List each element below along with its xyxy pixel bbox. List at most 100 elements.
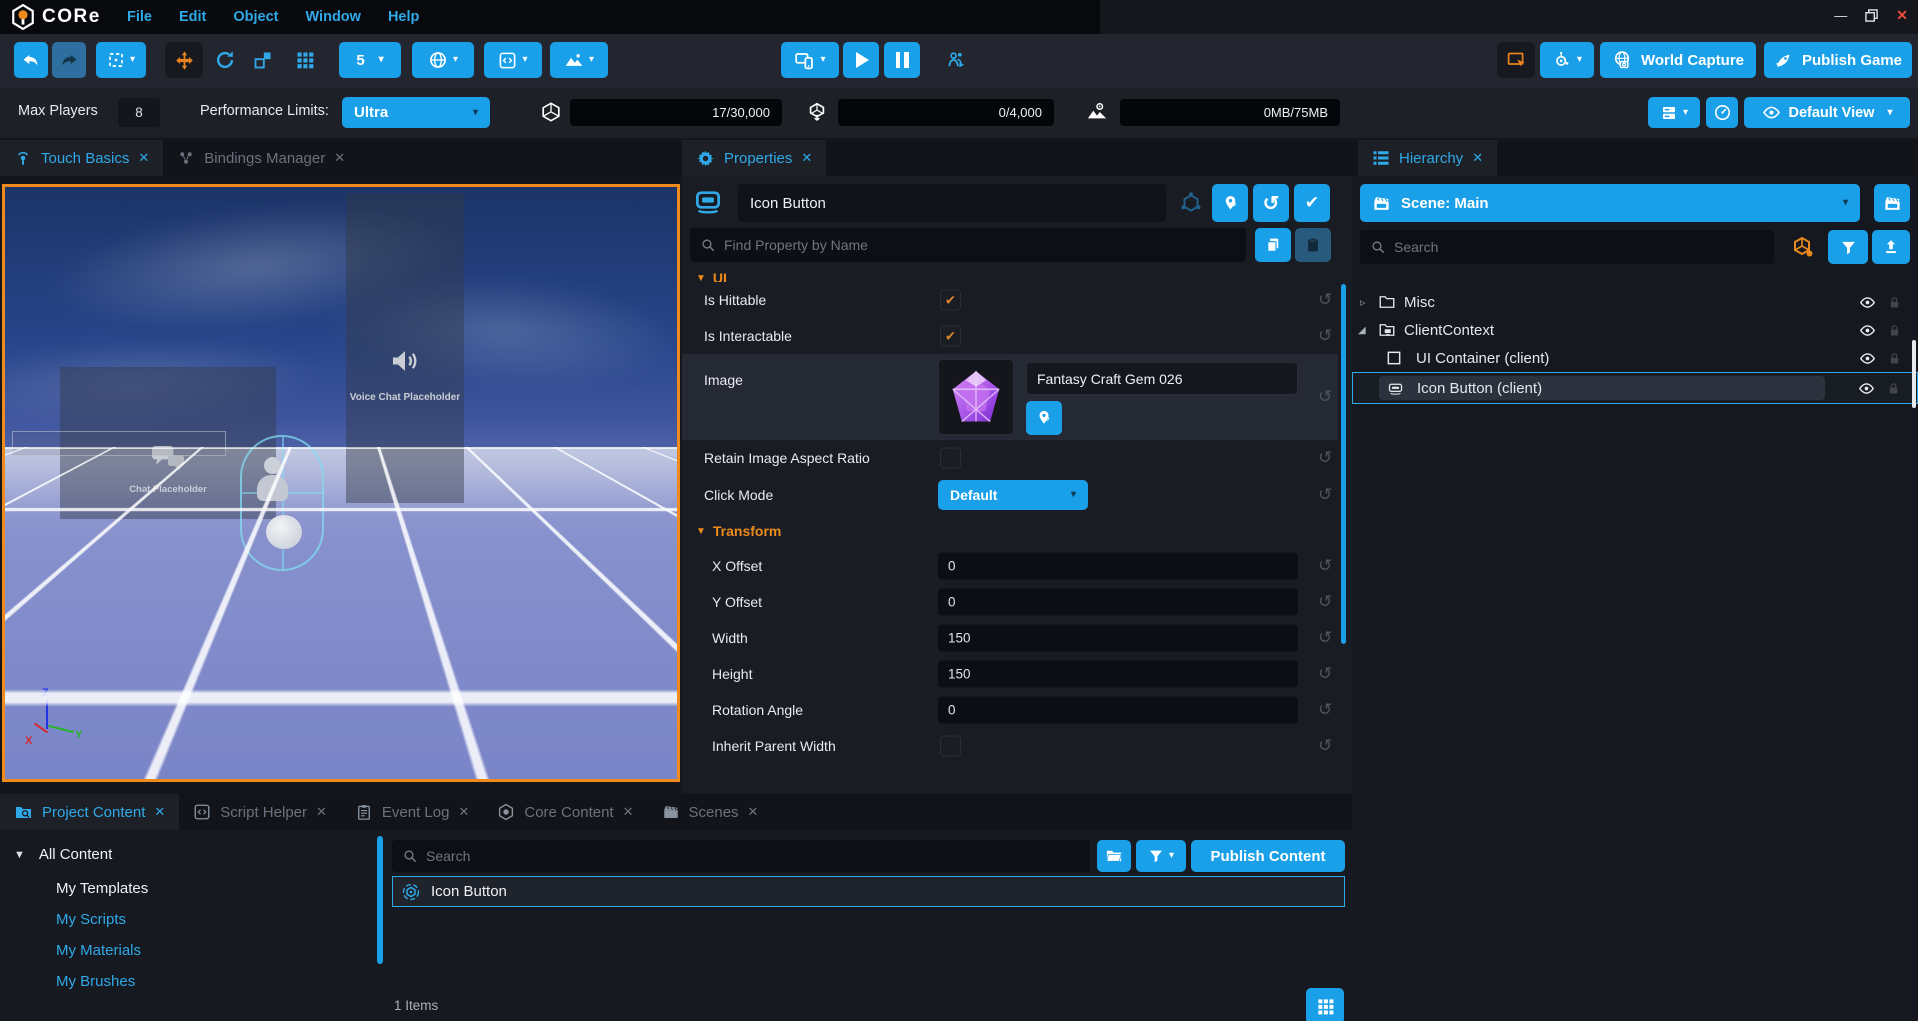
preview-mode-dropdown[interactable]: ▾	[781, 42, 839, 78]
find-in-hierarchy-button[interactable]	[1212, 184, 1248, 222]
capture-tools-dropdown[interactable]: ▾	[1540, 42, 1594, 78]
tree-node-ui-container[interactable]: UI Container (client)	[1352, 344, 1918, 372]
object-name-field[interactable]	[738, 184, 1166, 222]
tree-item-my-scripts[interactable]: My Scripts	[56, 911, 126, 928]
network-filter-button[interactable]	[1782, 230, 1824, 264]
minimize-button[interactable]: —	[1834, 8, 1847, 23]
tree-item-my-materials[interactable]: My Materials	[56, 942, 141, 959]
tree-scrollbar[interactable]	[377, 836, 383, 964]
selection-mode-dropdown[interactable]: ▾	[96, 42, 146, 78]
collapse-arrow-icon[interactable]: ▹	[1360, 296, 1366, 309]
properties-scrollbar[interactable]	[1341, 284, 1346, 644]
tree-item-all-content[interactable]: ▼All Content	[14, 846, 112, 863]
tab-close-icon[interactable]: ✕	[458, 804, 469, 820]
width-input[interactable]: 150	[938, 625, 1298, 652]
scale-tool-button[interactable]	[247, 42, 279, 78]
expand-arrow-icon[interactable]: ◢	[1358, 325, 1366, 336]
reset-icon[interactable]: ↺	[1318, 664, 1332, 684]
move-tool-button[interactable]	[165, 42, 203, 78]
menu-item-window[interactable]: Window	[306, 9, 361, 25]
tab-touch-basics[interactable]: Touch Basics✕	[0, 140, 163, 176]
paste-properties-button[interactable]	[1295, 228, 1331, 262]
rotation-angle-input[interactable]: 0	[938, 697, 1298, 724]
hierarchy-export-button[interactable]	[1872, 230, 1910, 264]
property-search[interactable]	[690, 228, 1246, 262]
tree-node-misc[interactable]: ▹ Misc	[1352, 288, 1918, 316]
viewport-3d[interactable]: Voice Chat Placeholder Chat Placeholder …	[2, 184, 680, 782]
scene-dropdown[interactable]: Scene: Main ▾	[1360, 184, 1860, 222]
visibility-eye-icon[interactable]	[1859, 294, 1876, 311]
publish-content-button[interactable]: Publish Content	[1191, 840, 1345, 872]
tab-properties[interactable]: Properties✕	[682, 140, 826, 176]
close-button[interactable]: ✕	[1896, 7, 1908, 24]
ui-preview-toggle-button[interactable]	[1497, 42, 1535, 78]
copy-properties-button[interactable]	[1255, 228, 1291, 262]
tab-script-helper[interactable]: Script Helper✕	[179, 794, 341, 830]
content-search-input[interactable]	[426, 848, 1080, 864]
image-asset-name-field[interactable]: Fantasy Craft Gem 026	[1026, 362, 1298, 395]
reset-icon[interactable]: ↺	[1318, 448, 1332, 468]
tab-close-icon[interactable]: ✕	[748, 804, 759, 820]
click-mode-dropdown[interactable]: Default▾	[938, 480, 1088, 510]
menu-item-edit[interactable]: Edit	[179, 9, 206, 25]
menu-item-file[interactable]: File	[127, 9, 152, 25]
reset-icon[interactable]: ↺	[1318, 556, 1332, 576]
scene-manager-button[interactable]	[1874, 184, 1910, 222]
max-players-input[interactable]: 8	[118, 98, 160, 127]
reset-icon[interactable]: ↺	[1318, 592, 1332, 612]
menu-item-object[interactable]: Object	[233, 9, 278, 25]
undo-button[interactable]	[14, 42, 48, 78]
tab-hierarchy[interactable]: Hierarchy✕	[1358, 140, 1497, 176]
reset-icon[interactable]: ↺	[1318, 387, 1332, 407]
tab-close-icon[interactable]: ✕	[316, 804, 327, 820]
content-filter-dropdown[interactable]: ▾	[1136, 840, 1186, 872]
lock-icon[interactable]	[1887, 323, 1902, 338]
reset-icon[interactable]: ↺	[1318, 736, 1332, 756]
redo-button[interactable]	[52, 42, 86, 78]
tab-close-icon[interactable]: ✕	[138, 150, 149, 166]
x-offset-input[interactable]: 0	[938, 553, 1298, 580]
tab-close-icon[interactable]: ✕	[334, 150, 345, 166]
image-asset-find-button[interactable]	[1026, 401, 1062, 435]
y-offset-input[interactable]: 0	[938, 589, 1298, 616]
confirm-button[interactable]: ✔	[1294, 184, 1330, 222]
open-folder-button[interactable]	[1097, 840, 1131, 872]
reset-icon[interactable]: ↺	[1318, 290, 1332, 310]
default-view-dropdown[interactable]: Default View▾	[1744, 97, 1910, 128]
visibility-eye-icon[interactable]	[1858, 380, 1875, 397]
tab-bindings-manager[interactable]: Bindings Manager✕	[163, 140, 359, 176]
reset-icon[interactable]: ↺	[1318, 628, 1332, 648]
reset-icon[interactable]: ↺	[1318, 485, 1332, 505]
property-search-input[interactable]	[724, 237, 1236, 253]
is-hittable-checkbox[interactable]: ✔	[940, 290, 961, 311]
pause-button[interactable]	[884, 42, 920, 78]
hierarchy-search[interactable]	[1360, 230, 1774, 264]
grid-size-dropdown[interactable]: 5▾	[339, 42, 401, 78]
content-item-icon-button[interactable]: Icon Button	[392, 876, 1345, 907]
play-button[interactable]	[843, 42, 879, 78]
tab-event-log[interactable]: Event Log✕	[341, 794, 483, 830]
retain-aspect-checkbox[interactable]	[940, 448, 961, 469]
publish-game-button[interactable]: Publish Game	[1764, 42, 1912, 78]
reset-icon[interactable]: ↺	[1318, 700, 1332, 720]
tree-item-my-brushes[interactable]: My Brushes	[56, 973, 135, 990]
hierarchy-filter-button[interactable]	[1828, 230, 1868, 264]
height-input[interactable]: 150	[938, 661, 1298, 688]
tab-project-content[interactable]: Project Content✕	[0, 794, 179, 830]
hierarchy-scrollbar[interactable]	[1912, 340, 1916, 408]
hierarchy-search-input[interactable]	[1394, 239, 1764, 255]
lock-icon[interactable]	[1886, 381, 1901, 396]
section-collapse-icon[interactable]: ▼	[696, 526, 706, 537]
tab-close-icon[interactable]: ✕	[801, 150, 812, 166]
terrain-tools-dropdown[interactable]: ▾	[550, 42, 608, 78]
tree-item-my-templates[interactable]: My Templates	[56, 880, 148, 897]
inherit-parent-width-checkbox[interactable]	[940, 736, 961, 757]
visibility-eye-icon[interactable]	[1859, 322, 1876, 339]
lock-icon[interactable]	[1887, 351, 1902, 366]
tree-node-icon-button-selected[interactable]: Icon Button (client)	[1352, 372, 1918, 404]
save-options-dropdown[interactable]: ▾	[1648, 97, 1700, 128]
grid-snap-button[interactable]	[289, 42, 321, 78]
lock-icon[interactable]	[1887, 295, 1902, 310]
world-tools-dropdown[interactable]: ▾	[412, 42, 474, 78]
restore-button[interactable]	[1865, 9, 1878, 22]
